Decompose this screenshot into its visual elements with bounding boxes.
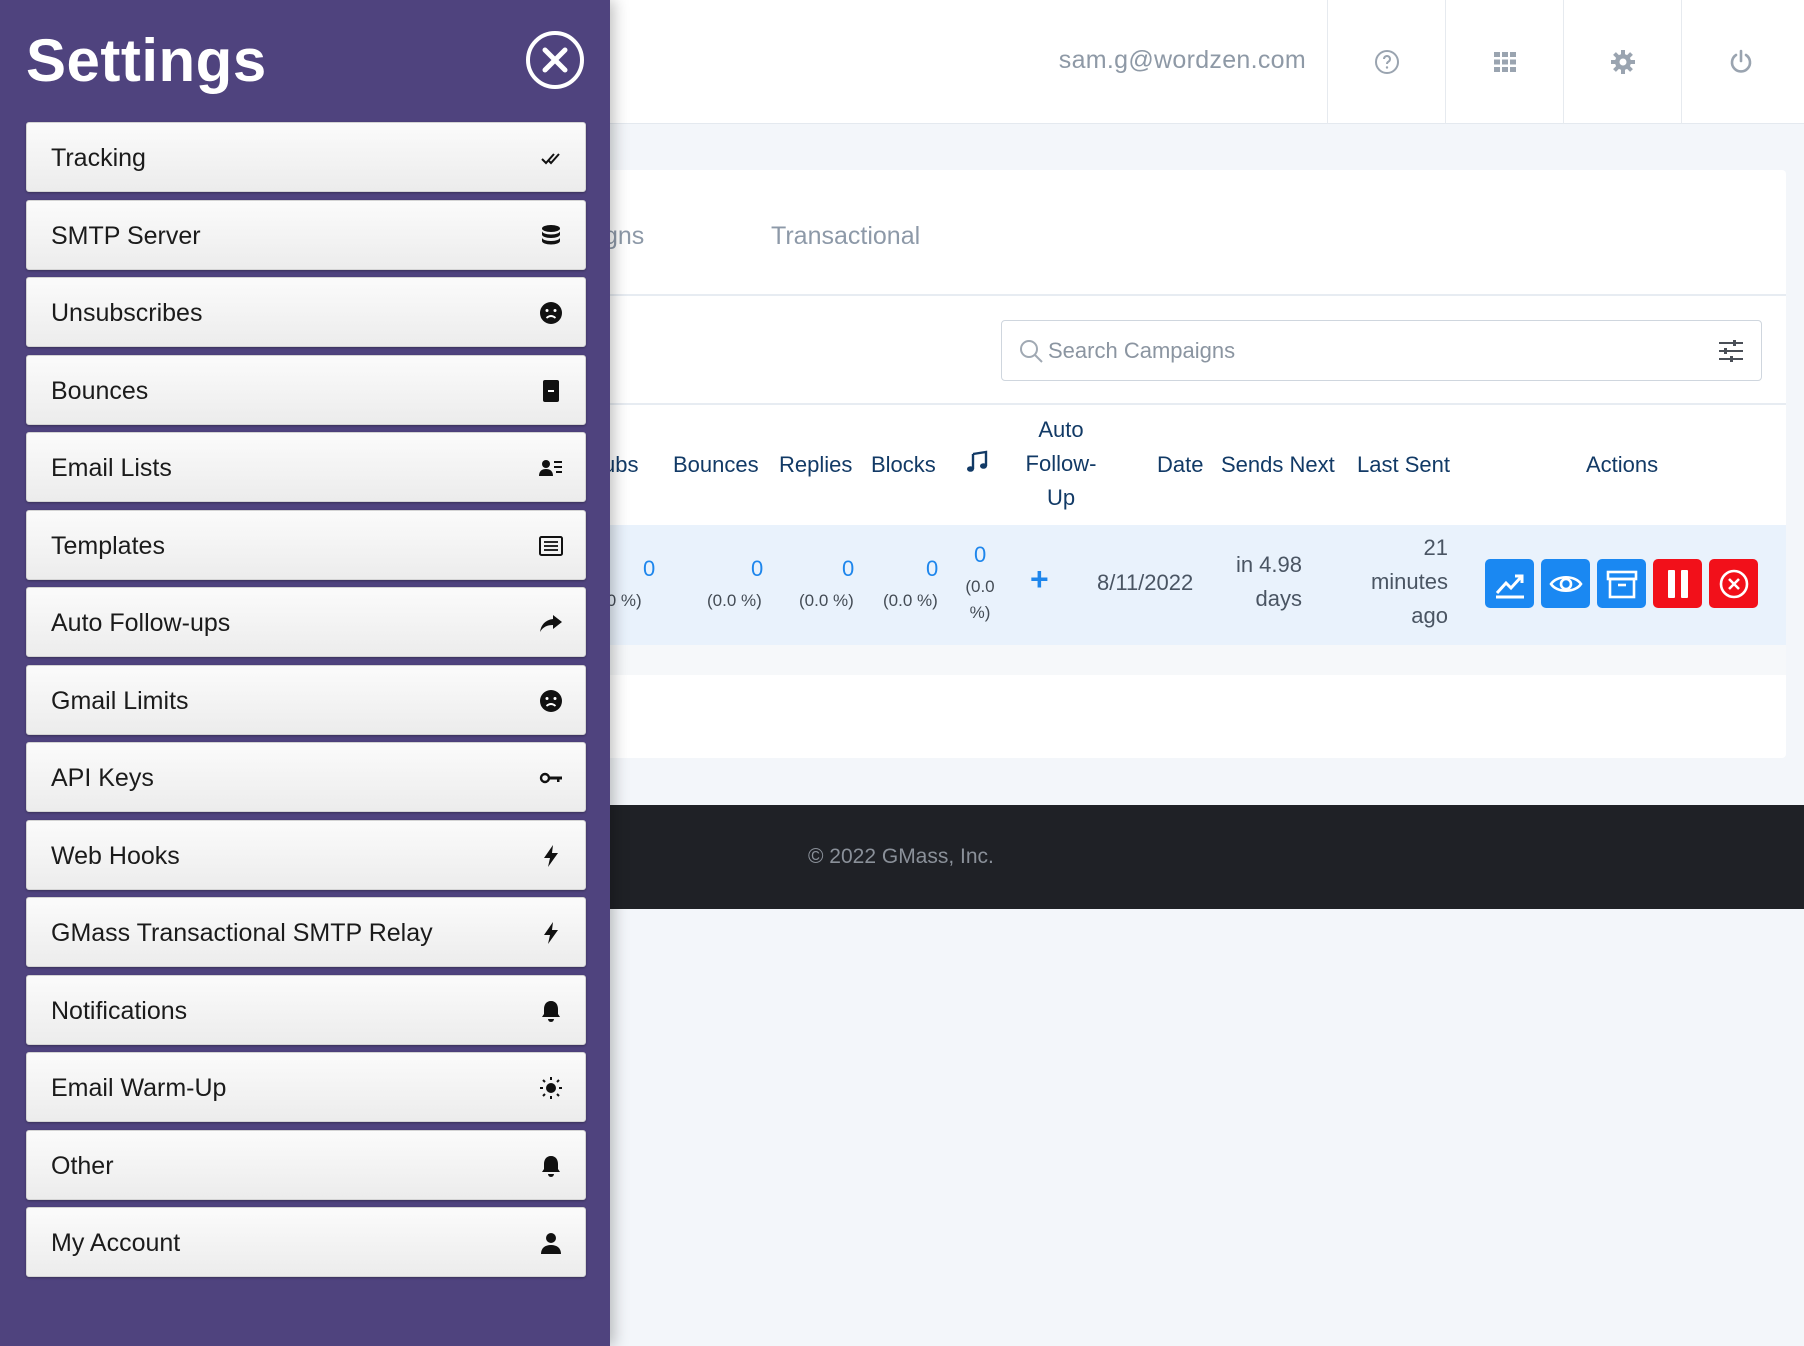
bell-icon [539,1154,563,1178]
user-list-icon [539,456,563,480]
menu-item-api-keys[interactable]: API Keys [26,742,586,812]
double-check-icon [539,146,563,170]
th-replies[interactable]: Replies [779,448,852,482]
campaigns-card: gns Transactional subs Bounces Replies B… [560,170,1786,758]
key-icon [539,766,563,790]
th-actions: Actions [1586,452,1659,477]
campaign-tabs: gns Transactional [560,170,1786,296]
menu-item-notifications[interactable]: Notifications [26,974,586,1045]
archive-button[interactable] [1597,559,1646,608]
menu-item-label: Tracking [51,144,146,172]
menu-item-smtp-server[interactable]: SMTP Server [26,199,586,270]
blocks-percent: (0.0 %) [883,591,938,610]
cancel-icon [1719,569,1748,598]
tab-campaigns[interactable]: gns [604,222,644,251]
blocks-count[interactable]: 0 [926,556,938,582]
close-icon[interactable] [525,30,585,90]
add-follow-up-button[interactable]: + [1030,561,1049,598]
menu-item-label: Bounces [51,376,149,405]
replies-percent: (0.0 %) [799,591,854,610]
archive-icon [1606,570,1637,598]
th-sends-next[interactable]: Sends Next [1221,448,1335,482]
menu-item-label: Gmail Limits [51,686,189,715]
menu-item-other[interactable]: Other [26,1129,586,1200]
menu-item-label: Notifications [51,996,188,1025]
database-icon [539,224,563,248]
menu-item-gmail-limits[interactable]: Gmail Limits [26,664,586,735]
menu-item-label: Unsubscribes [51,299,203,327]
bounces-count[interactable]: 0 [751,556,763,582]
account-email[interactable]: sam.g@wordzen.com [1059,46,1306,75]
sun-icon [539,1076,563,1100]
menu-item-label: My Account [51,1229,181,1257]
menu-item-my-account[interactable]: My Account [26,1207,586,1277]
menu-item-tracking[interactable]: Tracking [26,122,586,192]
help-icon[interactable] [1327,0,1445,124]
report-icon [1495,574,1524,598]
bolt-icon [539,921,563,945]
minus-file-icon [539,379,563,403]
replies-count[interactable]: 0 [842,556,854,582]
copyright-text: © 2022 GMass, Inc. [808,845,994,868]
search-input[interactable] [1048,333,1688,369]
settings-menu: Tracking SMTP Server Unsubscribes Bounce… [26,122,586,1285]
view-button[interactable] [1541,559,1590,608]
th-music[interactable] [965,450,989,484]
th-bounces[interactable]: Bounces [673,448,759,482]
music-note-icon [967,450,988,472]
menu-item-unsubscribes[interactable]: Unsubscribes [26,277,586,347]
share-arrow-icon [539,611,563,635]
menu-item-web-hooks[interactable]: Web Hooks [26,819,586,890]
music-percent: (0.0 %) [965,577,995,622]
frown-icon [539,301,563,325]
menu-item-email-warm-up[interactable]: Email Warm-Up [26,1052,586,1122]
row-sends-next: in 4.98 days [1235,552,1302,611]
filter-sliders-icon[interactable] [1717,338,1745,364]
user-icon [539,1231,563,1255]
menu-item-label: Templates [51,531,165,560]
view-icon [1548,575,1583,592]
gear-icon[interactable] [1563,0,1681,124]
th-date[interactable]: Date [1157,448,1203,482]
frown-icon [539,689,563,713]
table-row-spacer [560,645,1786,675]
th-last-sent[interactable]: Last Sent [1357,448,1450,482]
tab-transactional[interactable]: Transactional [771,222,920,251]
report-button[interactable] [1485,559,1534,608]
pause-icon [1667,569,1688,598]
menu-item-label: Other [51,1151,114,1180]
bounces-percent: (0.0 %) [707,591,762,610]
pause-button[interactable] [1653,559,1702,608]
th-auto-follow-up[interactable]: Auto Follow- Up [1000,413,1122,515]
search-icon [1020,340,1043,363]
menu-item-label: Web Hooks [51,841,180,870]
menu-item-label: API Keys [51,764,154,792]
th-blocks[interactable]: Blocks [871,448,936,482]
menu-item-templates[interactable]: Templates [26,509,586,580]
sidebar-title: Settings [26,27,267,94]
music-count[interactable]: 0 [974,542,986,568]
power-icon[interactable] [1681,0,1799,124]
template-icon [539,534,563,558]
settings-sidebar: Settings Tracking SMTP Server Unsubscrib… [0,0,610,1346]
menu-item-bounces[interactable]: Bounces [26,354,586,425]
menu-item-label: Email Lists [51,454,172,482]
row-last-sent: 21 minutes ago [1370,535,1448,628]
bell-icon [539,999,563,1023]
table-divider [560,403,1786,405]
menu-item-email-lists[interactable]: Email Lists [26,432,586,502]
menu-item-label: GMass Transactional SMTP Relay [51,919,433,947]
menu-item-auto-follow-ups[interactable]: Auto Follow-ups [26,587,586,657]
cancel-button[interactable] [1709,559,1758,608]
menu-item-gmass-transactional-smtp-relay[interactable]: GMass Transactional SMTP Relay [26,897,586,967]
menu-item-label: SMTP Server [51,221,201,250]
search-box [1001,320,1762,381]
unsubs-count[interactable]: 0 [643,556,655,582]
menu-item-label: Email Warm-Up [51,1074,227,1102]
menu-item-label: Auto Follow-ups [51,609,231,637]
apps-grid-icon[interactable] [1445,0,1563,124]
row-date: 8/11/2022 [1097,570,1194,595]
bolt-icon [539,844,563,868]
